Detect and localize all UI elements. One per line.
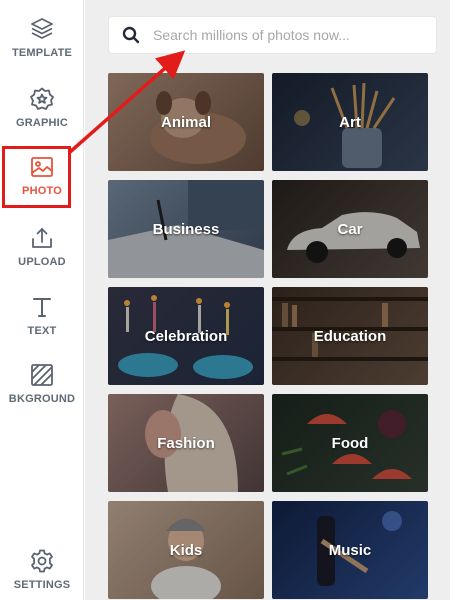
category-tile-art[interactable]: Art — [272, 73, 428, 171]
sidebar-item-background[interactable]: BKGROUND — [0, 360, 84, 422]
search-input[interactable] — [153, 20, 423, 50]
photo-panel: Animal Art Business Car — [85, 0, 450, 600]
background-icon — [27, 360, 57, 390]
sidebar-item-graphic[interactable]: GRAPHIC — [0, 84, 84, 146]
sidebar-item-label: UPLOAD — [18, 256, 66, 268]
category-label: Car — [337, 220, 363, 238]
category-tile-food[interactable]: Food — [272, 394, 428, 492]
layers-icon — [27, 14, 57, 44]
category-label: Education — [313, 327, 387, 345]
upload-icon — [27, 223, 57, 253]
sidebar-item-settings[interactable]: SETTINGS — [0, 546, 84, 600]
category-tile-business[interactable]: Business — [108, 180, 264, 278]
search-bar — [108, 16, 437, 54]
search-icon[interactable] — [109, 16, 153, 54]
gear-icon — [27, 546, 57, 576]
category-label: Animal — [160, 113, 211, 131]
category-label: Celebration — [144, 327, 228, 345]
sidebar-item-label: BKGROUND — [8, 393, 76, 405]
category-tile-education[interactable]: Education — [272, 287, 428, 385]
category-tile-celebration[interactable]: Celebration — [108, 287, 264, 385]
sidebar-item-template[interactable]: TEMPLATE — [0, 14, 84, 76]
sidebar-item-label: TEMPLATE — [11, 47, 73, 59]
category-tile-kids[interactable]: Kids — [108, 501, 264, 599]
category-tile-music[interactable]: Music — [272, 501, 428, 599]
category-label: Business — [152, 220, 220, 238]
sidebar-item-text[interactable]: TEXT — [0, 292, 84, 354]
image-icon — [27, 152, 57, 182]
sidebar-item-photo[interactable]: PHOTO — [0, 152, 84, 214]
category-label: Fashion — [157, 434, 215, 452]
category-label: Music — [328, 541, 372, 559]
sidebar-item-label: TEXT — [27, 325, 57, 337]
sidebar-item-label: GRAPHIC — [15, 117, 69, 129]
settings-label: SETTINGS — [13, 579, 71, 591]
category-tile-car[interactable]: Car — [272, 180, 428, 278]
sidebar-item-upload[interactable]: UPLOAD — [0, 223, 84, 285]
sidebar: TEMPLATE GRAPHIC PHOTO UPLOAD TEXT BKGRO… — [0, 0, 84, 600]
category-label: Art — [339, 113, 361, 131]
category-tile-animal[interactable]: Animal — [108, 73, 264, 171]
category-tile-fashion[interactable]: Fashion — [108, 394, 264, 492]
sidebar-item-label: PHOTO — [22, 185, 62, 197]
category-label: Food — [331, 434, 369, 452]
star-badge-icon — [27, 84, 57, 114]
category-label: Kids — [169, 541, 203, 559]
text-t-icon — [27, 292, 57, 322]
